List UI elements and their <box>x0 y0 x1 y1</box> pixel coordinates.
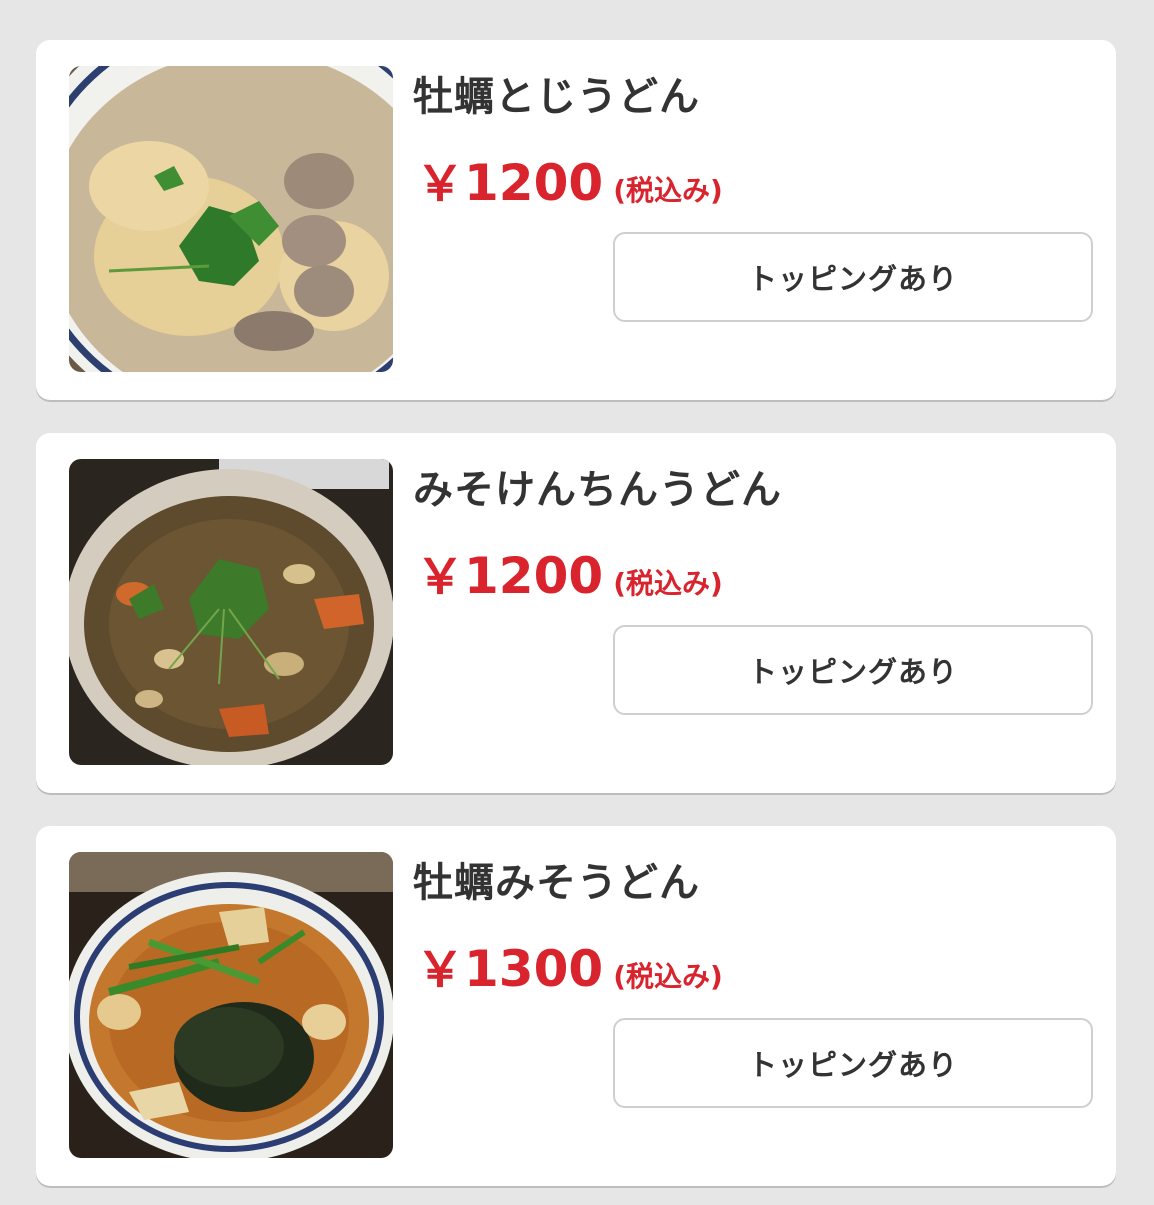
menu-item-card[interactable]: 牡蠣とじうどん ￥1200 (税込み) トッピングあり <box>36 40 1116 400</box>
price-currency: ￥ <box>416 156 465 212</box>
topping-button[interactable]: トッピングあり <box>613 232 1093 322</box>
price: ￥1200 (税込み) <box>416 144 723 214</box>
menu-list: 牡蠣とじうどん ￥1200 (税込み) トッピングあり みそけんちんうどん ￥1… <box>0 0 1154 1205</box>
topping-button[interactable]: トッピングあり <box>613 625 1093 715</box>
tax-note: (税込み) <box>613 960 723 993</box>
price: ￥1200 (税込み) <box>416 537 723 607</box>
price: ￥1300 (税込み) <box>416 930 723 1000</box>
tax-note: (税込み) <box>613 174 723 207</box>
dish-name: 牡蠣みそうどん <box>413 860 700 906</box>
dish-name: 牡蠣とじうどん <box>413 74 700 120</box>
dish-name: みそけんちんうどん <box>413 467 782 513</box>
topping-button[interactable]: トッピングあり <box>613 1018 1093 1108</box>
tax-note: (税込み) <box>613 567 723 600</box>
menu-item-card[interactable]: みそけんちんうどん ￥1200 (税込み) トッピングあり <box>36 433 1116 793</box>
price-currency: ￥ <box>416 549 465 605</box>
price-currency: ￥ <box>416 942 465 998</box>
price-amount: 1200 <box>464 154 604 212</box>
dish-photo[interactable] <box>69 459 393 765</box>
dish-photo[interactable] <box>69 66 393 372</box>
price-amount: 1300 <box>464 940 604 998</box>
price-amount: 1200 <box>464 547 604 605</box>
menu-item-card[interactable]: 牡蠣みそうどん ￥1300 (税込み) トッピングあり <box>36 826 1116 1186</box>
dish-photo[interactable] <box>69 852 393 1158</box>
